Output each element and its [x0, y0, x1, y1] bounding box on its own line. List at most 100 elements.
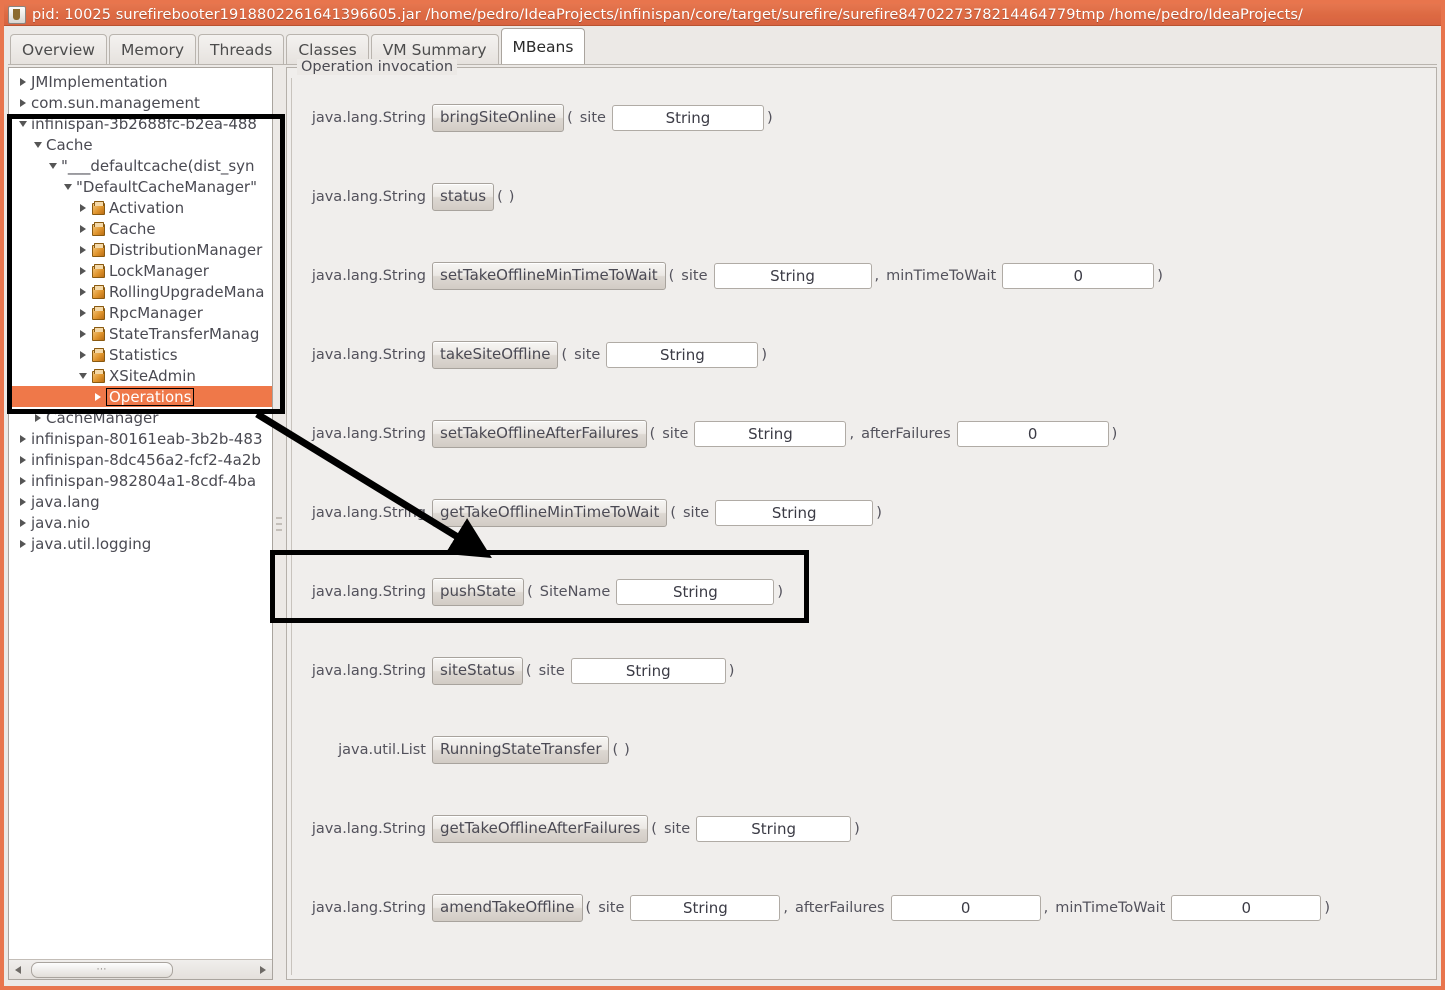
tree-node-activation[interactable]: Activation	[9, 197, 272, 218]
tree-node-cache[interactable]: Cache	[9, 134, 272, 155]
chevron-right-icon[interactable]	[30, 413, 46, 422]
tree-scrollbar-thumb[interactable]: ⋯	[31, 961, 173, 978]
chevron-right-icon[interactable]	[15, 476, 31, 485]
scroll-right-icon[interactable]	[254, 961, 272, 979]
chevron-right-icon[interactable]	[75, 350, 91, 359]
argument-input-site[interactable]: String	[611, 104, 764, 131]
main-tab-bar: Overview Memory Threads Classes VM Summa…	[4, 26, 1441, 64]
argument-input-afterfailures[interactable]: 0	[890, 894, 1041, 921]
tree-node-infinispan-3b2688fc-b2ea-488[interactable]: infinispan-3b2688fc-b2ea-488	[9, 113, 272, 134]
tab-memory[interactable]: Memory	[108, 34, 197, 64]
tree-node-statetransfermanag[interactable]: StateTransferManag	[9, 323, 272, 344]
tree-horizontal-scrollbar[interactable]: ⋯	[9, 959, 272, 979]
mbean-cube-icon	[91, 305, 105, 320]
chevron-right-icon[interactable]	[15, 518, 31, 527]
chevron-right-icon[interactable]	[15, 77, 31, 86]
splitter-grip-icon	[276, 516, 282, 531]
tree-node-java-util-logging[interactable]: java.util.logging	[9, 533, 272, 554]
chevron-right-icon[interactable]	[15, 455, 31, 464]
operation-button-pushstate[interactable]: pushState	[432, 577, 525, 606]
tree-node-operations[interactable]: Operations	[9, 386, 272, 407]
chevron-right-icon[interactable]	[75, 329, 91, 338]
argument-input-mintimetowait[interactable]: 0	[1002, 262, 1155, 289]
argument-input-site[interactable]: String	[630, 894, 781, 921]
argument-input-site[interactable]: String	[696, 815, 852, 842]
operation-button-sitestatus[interactable]: siteStatus	[432, 656, 523, 685]
jconsole-window: pid: 10025 surefirebooter191880226164139…	[0, 0, 1445, 990]
operation-button-gettakeofflineafterfailures[interactable]: getTakeOfflineAfterFailures	[432, 814, 649, 843]
operation-button-status[interactable]: status	[432, 182, 495, 211]
chevron-right-icon[interactable]	[75, 245, 91, 254]
tree-node-jmimplementation[interactable]: JMImplementation	[9, 71, 272, 92]
tree-node-infinispan-80161eab-3b2b-483[interactable]: infinispan-80161eab-3b2b-483	[9, 428, 272, 449]
chevron-right-icon[interactable]	[75, 203, 91, 212]
chevron-down-icon[interactable]	[30, 141, 46, 148]
operation-button-amendtakeoffline[interactable]: amendTakeOffline	[432, 893, 583, 922]
tree-node-statistics[interactable]: Statistics	[9, 344, 272, 365]
chevron-right-icon[interactable]	[75, 308, 91, 317]
argument-input-site[interactable]: String	[713, 262, 872, 289]
argument-input-mintimetowait[interactable]: 0	[1171, 894, 1322, 921]
chevron-down-icon[interactable]	[45, 162, 61, 169]
operation-button-bringsiteonline[interactable]: bringSiteOnline	[432, 103, 565, 132]
tree-node-label: "DefaultCacheManager"	[76, 177, 258, 196]
argument-input-site[interactable]: String	[694, 420, 847, 447]
chevron-right-icon[interactable]	[75, 266, 91, 275]
tree-node-lockmanager[interactable]: LockManager	[9, 260, 272, 281]
chevron-down-icon[interactable]	[15, 120, 31, 127]
argument-input-afterfailures[interactable]: 0	[956, 420, 1109, 447]
tree-node-cache[interactable]: Cache	[9, 218, 272, 239]
argument-input-sitename[interactable]: String	[616, 578, 775, 605]
operation-rows-container: java.lang.String bringSiteOnline ( site Stri…	[291, 78, 1432, 975]
tree-node-infinispan-8dc456a2-fcf2-4a2b[interactable]: infinispan-8dc456a2-fcf2-4a2b	[9, 449, 272, 470]
chevron-right-icon[interactable]	[15, 539, 31, 548]
argument-input-site[interactable]: String	[715, 499, 874, 526]
panel-splitter[interactable]	[274, 67, 284, 980]
chevron-down-icon[interactable]	[75, 372, 91, 379]
tree-node-infinispan-982804a1-8cdf-4ba[interactable]: infinispan-982804a1-8cdf-4ba	[9, 470, 272, 491]
tree-node-rpcmanager[interactable]: RpcManager	[9, 302, 272, 323]
close-paren: )	[766, 109, 773, 126]
mbean-cube-icon	[91, 263, 105, 278]
tree-node-label: infinispan-982804a1-8cdf-4ba	[31, 471, 257, 490]
operation-button-takesiteoffline[interactable]: takeSiteOffline	[432, 340, 559, 369]
operation-button-settakeofflinemintimetowait[interactable]: setTakeOfflineMinTimeToWait	[432, 261, 666, 290]
tree-node-xsiteadmin[interactable]: XSiteAdmin	[9, 365, 272, 386]
scroll-left-icon[interactable]	[9, 961, 27, 979]
tab-mbeans[interactable]: MBeans	[500, 28, 586, 64]
operation-row-status: java.lang.String status()	[292, 157, 1432, 236]
tree-node-label: XSiteAdmin	[109, 366, 196, 385]
tab-overview[interactable]: Overview	[10, 34, 107, 64]
tab-threads[interactable]: Threads	[198, 34, 285, 64]
operation-return-type: java.lang.String	[311, 109, 426, 126]
chevron-right-icon[interactable]	[15, 98, 31, 107]
operation-return-type: java.lang.String	[311, 346, 426, 363]
chevron-down-icon[interactable]	[60, 183, 76, 190]
tree-node-defaultcache-dist-syn[interactable]: "___defaultcache(dist_syn	[9, 155, 272, 176]
tree-node-java-lang[interactable]: java.lang	[9, 491, 272, 512]
mbeans-content: JMImplementation com.sun.management infini…	[8, 59, 1437, 982]
tree-node-label: infinispan-80161eab-3b2b-483	[31, 429, 263, 448]
chevron-right-icon[interactable]	[90, 392, 106, 401]
argument-label: site	[683, 504, 710, 521]
tree-node-com-sun-management[interactable]: com.sun.management	[9, 92, 272, 113]
operation-button-settakeofflineafterfailures[interactable]: setTakeOfflineAfterFailures	[432, 419, 647, 448]
tree-node-distributionmanager[interactable]: DistributionManager	[9, 239, 272, 260]
chevron-right-icon[interactable]	[75, 287, 91, 296]
mbean-tree-scroll-area[interactable]: JMImplementation com.sun.management infini…	[9, 68, 272, 959]
chevron-right-icon[interactable]	[75, 224, 91, 233]
chevron-right-icon[interactable]	[15, 434, 31, 443]
tree-node-java-nio[interactable]: java.nio	[9, 512, 272, 533]
open-paren: (	[612, 741, 619, 758]
open-paren: (	[668, 267, 675, 284]
chevron-right-icon[interactable]	[15, 497, 31, 506]
tree-node-cachemanager[interactable]: CacheManager	[9, 407, 272, 428]
tree-node-rollingupgrademana[interactable]: RollingUpgradeMana	[9, 281, 272, 302]
argument-input-site[interactable]: String	[570, 657, 726, 684]
argument-input-site[interactable]: String	[606, 341, 759, 368]
operation-button-runningstatetransfer[interactable]: RunningStateTransfer	[432, 735, 610, 764]
tree-node-label: java.lang	[31, 492, 100, 511]
open-paren: (	[649, 425, 656, 442]
operation-button-gettakeofflinemintimetowait[interactable]: getTakeOfflineMinTimeToWait	[432, 498, 668, 527]
tree-node-defaultcachemanager[interactable]: "DefaultCacheManager"	[9, 176, 272, 197]
